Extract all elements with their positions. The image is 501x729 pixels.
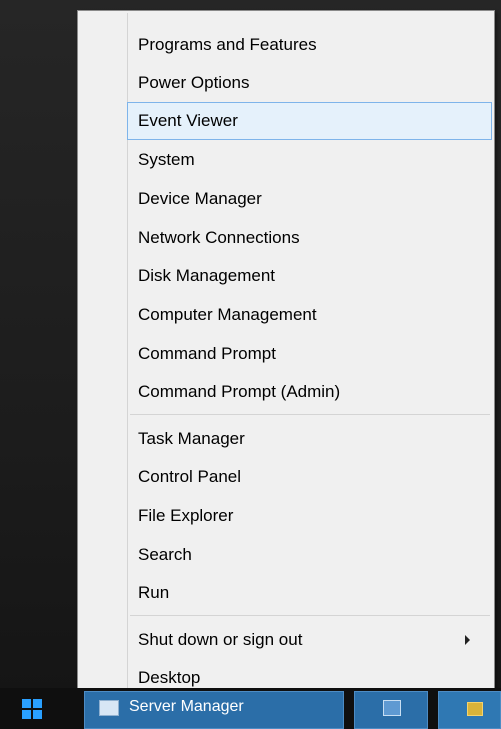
menu-item-label: Command Prompt	[138, 344, 276, 363]
menu-item-desktop[interactable]: Desktop	[127, 659, 492, 689]
menu-item-label: Computer Management	[138, 305, 317, 324]
menu-item-label: Disk Management	[138, 266, 276, 285]
menu-item-device-manager[interactable]: Device Manager	[127, 180, 492, 218]
windows-logo-icon[interactable]	[22, 699, 42, 719]
menu-item-search[interactable]: Search	[127, 536, 492, 574]
menu-item-run[interactable]: Run	[127, 574, 492, 612]
menu-item-shut-down-or-sign-out[interactable]: Shut down or sign out	[127, 621, 492, 659]
menu-item-label: Programs and Features	[138, 35, 317, 54]
menu-item-label: Task Manager	[138, 429, 245, 448]
menu-item-label: Control Panel	[138, 467, 242, 486]
server-manager-icon	[99, 700, 119, 716]
taskbar-item-file-explorer[interactable]	[438, 691, 501, 729]
menu-item-label: Power Options	[138, 73, 250, 92]
menu-item-network-connections[interactable]: Network Connections	[127, 219, 492, 257]
menu-item-label: Desktop	[138, 668, 201, 687]
taskbar-item-label: Server Manager	[129, 698, 244, 715]
menu-item-label: Search	[138, 545, 192, 564]
powershell-icon	[383, 700, 401, 716]
menu-item-control-panel[interactable]: Control Panel	[127, 458, 492, 496]
menu-item-file-explorer[interactable]: File Explorer	[127, 497, 492, 535]
menu-item-event-viewer[interactable]: Event Viewer	[127, 102, 492, 140]
submenu-arrow-icon	[465, 635, 470, 645]
menu-item-command-prompt-admin[interactable]: Command Prompt (Admin)	[127, 373, 492, 411]
menu-item-label: Event Viewer	[138, 111, 238, 130]
menu-item-label: System	[138, 150, 195, 169]
menu-item-command-prompt[interactable]: Command Prompt	[127, 335, 492, 373]
menu-item-label: File Explorer	[138, 506, 234, 525]
menu-item-disk-management[interactable]: Disk Management	[127, 257, 492, 295]
menu-item-system[interactable]: System	[127, 141, 492, 179]
menu-item-programs-and-features[interactable]: Programs and Features	[127, 26, 492, 64]
menu-item-label: Shut down or sign out	[138, 630, 303, 649]
menu-separator	[130, 615, 490, 616]
menu-separator	[130, 414, 490, 415]
taskbar-item-powershell[interactable]	[354, 691, 428, 729]
menu-item-label: Network Connections	[138, 228, 300, 247]
winx-context-menu: Programs and Features Power Options Even…	[77, 10, 495, 692]
taskbar-item-server-manager[interactable]: Server Manager	[84, 691, 344, 729]
file-explorer-icon	[467, 702, 483, 716]
menu-item-label: Command Prompt (Admin)	[138, 382, 341, 401]
menu-item-computer-management[interactable]: Computer Management	[127, 296, 492, 334]
taskbar: Server Manager	[0, 688, 501, 729]
menu-item-label: Device Manager	[138, 189, 262, 208]
menu-item-label: Run	[138, 583, 170, 602]
menu-item-power-options[interactable]: Power Options	[127, 64, 492, 102]
menu-item-task-manager[interactable]: Task Manager	[127, 420, 492, 458]
